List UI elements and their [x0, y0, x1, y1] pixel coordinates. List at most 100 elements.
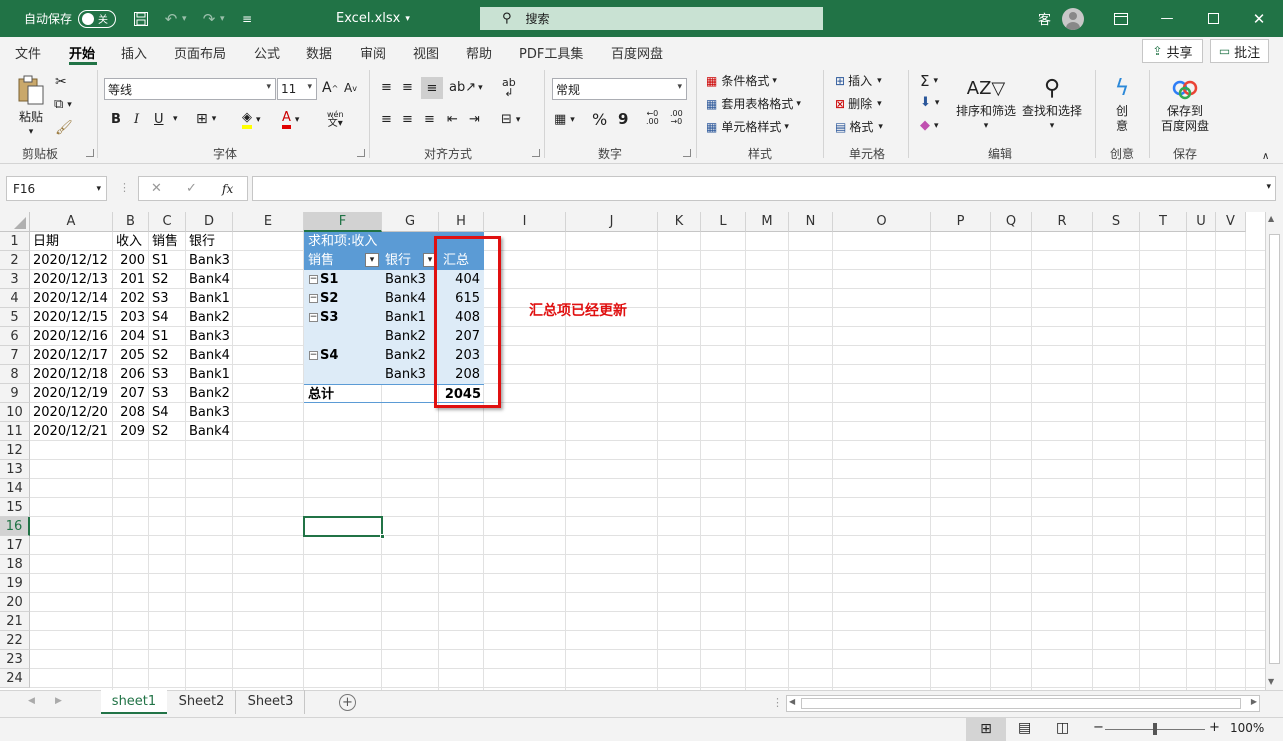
row-header-11[interactable]: 11: [0, 422, 30, 441]
scroll-down-icon[interactable]: ▼: [1268, 677, 1274, 686]
sheet-tab-sheet2[interactable]: Sheet2: [168, 690, 236, 714]
data-cell[interactable]: 201: [113, 270, 148, 289]
ideas-button[interactable]: ϟ 创 意: [1102, 74, 1142, 134]
data-cell[interactable]: S1: [149, 251, 185, 270]
insert-cells-button[interactable]: ⊞ 插入 ▾: [835, 72, 882, 89]
data-cell[interactable]: Bank2: [186, 384, 232, 403]
align-left-icon[interactable]: ≡: [381, 112, 392, 127]
font-name-select[interactable]: 等线 ▾: [104, 78, 276, 100]
row-header-8[interactable]: 8: [0, 365, 30, 384]
undo-dropdown-icon[interactable]: ▾: [182, 0, 187, 37]
data-cell[interactable]: 2020/12/14: [30, 289, 112, 308]
clipboard-launcher-icon[interactable]: [86, 149, 94, 157]
row-header-6[interactable]: 6: [0, 327, 30, 346]
data-cell[interactable]: 202: [113, 289, 148, 308]
insert-function-icon[interactable]: fx: [222, 182, 233, 196]
pivot-header-bank[interactable]: 银行: [382, 251, 424, 270]
percent-button[interactable]: %: [592, 110, 607, 129]
row-header-14[interactable]: 14: [0, 479, 30, 498]
column-header-D[interactable]: D: [186, 212, 233, 232]
autosave-group[interactable]: 自动保存 关: [24, 0, 117, 37]
wrap-text-icon[interactable]: ab ↲: [502, 77, 516, 98]
undo-icon[interactable]: ↶: [160, 0, 182, 37]
data-cell[interactable]: Bank2: [186, 308, 232, 327]
phonetic-icon[interactable]: wén 文▾: [327, 110, 344, 129]
accounting-format-icon[interactable]: ▦ ▾: [554, 112, 575, 127]
tab-formulas[interactable]: 公式: [254, 43, 280, 62]
ribbon-display-icon[interactable]: [1098, 0, 1144, 37]
save-icon[interactable]: [130, 0, 152, 37]
data-cell[interactable]: Bank4: [186, 346, 232, 365]
row-header-21[interactable]: 21: [0, 612, 30, 631]
collapse-ribbon-icon[interactable]: ∧: [1262, 151, 1269, 162]
column-header-O[interactable]: O: [833, 212, 931, 232]
number-launcher-icon[interactable]: [683, 149, 691, 157]
fill-icon[interactable]: ⬇ ▾: [920, 95, 939, 110]
data-cell[interactable]: 2020/12/18: [30, 365, 112, 384]
prev-sheet-icon[interactable]: ◀: [28, 696, 35, 706]
pivot-bank-cell[interactable]: Bank3: [382, 365, 438, 384]
fill-color-icon[interactable]: ◈ ▾: [242, 110, 261, 129]
align-top-icon[interactable]: ≡: [381, 80, 392, 95]
conditional-format-button[interactable]: ▦ 条件格式 ▾: [706, 72, 777, 89]
tab-home[interactable]: 开始: [69, 43, 95, 62]
column-header-F[interactable]: F: [304, 212, 382, 232]
user-name[interactable]: 客: [1038, 0, 1051, 37]
column-header-H[interactable]: H: [439, 212, 484, 232]
header-cell[interactable]: 日期: [30, 232, 112, 251]
fill-handle[interactable]: [380, 534, 385, 539]
data-cell[interactable]: S2: [149, 422, 185, 441]
column-header-Q[interactable]: Q: [991, 212, 1032, 232]
format-cells-button[interactable]: ▤ 格式 ▾: [835, 118, 883, 135]
active-cell[interactable]: [303, 516, 383, 537]
data-cell[interactable]: 2020/12/17: [30, 346, 112, 365]
row-header-23[interactable]: 23: [0, 650, 30, 669]
italic-button[interactable]: I: [134, 112, 139, 127]
tab-view[interactable]: 视图: [413, 43, 439, 62]
data-cell[interactable]: 2020/12/21: [30, 422, 112, 441]
data-cell[interactable]: S1: [149, 327, 185, 346]
data-cell[interactable]: 2020/12/20: [30, 403, 112, 422]
format-painter-icon[interactable]: 🖌: [55, 120, 73, 136]
pivot-row-label[interactable]: S2: [304, 289, 364, 308]
data-cell[interactable]: Bank3: [186, 403, 232, 422]
data-cell[interactable]: S4: [149, 308, 185, 327]
sheet-tab-sheet1[interactable]: sheet1: [101, 690, 167, 714]
find-select-button[interactable]: ⚲ 查找和选择 ▾: [1020, 74, 1084, 134]
underline-button[interactable]: U: [154, 112, 164, 127]
decrease-indent-icon[interactable]: ⇤: [447, 112, 458, 127]
decrease-font-icon[interactable]: Av: [344, 81, 357, 95]
scroll-right-icon[interactable]: ▶: [1251, 697, 1257, 706]
increase-decimal-icon[interactable]: ←0.00: [646, 110, 659, 126]
pivot-row-label[interactable]: S4: [304, 346, 364, 365]
data-cell[interactable]: 2020/12/16: [30, 327, 112, 346]
column-header-C[interactable]: C: [149, 212, 186, 232]
row-header-24[interactable]: 24: [0, 669, 30, 688]
column-header-T[interactable]: T: [1140, 212, 1187, 232]
font-color-icon[interactable]: A ▾: [282, 110, 299, 129]
font-launcher-icon[interactable]: [357, 149, 365, 157]
cell-styles-button[interactable]: ▦ 单元格样式 ▾: [706, 118, 789, 135]
share-button[interactable]: ⇪ 共享: [1142, 39, 1203, 63]
autosave-toggle[interactable]: 关: [78, 9, 117, 28]
column-header-V[interactable]: V: [1216, 212, 1246, 232]
column-header-L[interactable]: L: [701, 212, 746, 232]
border-icon[interactable]: ⊞ ▾: [196, 111, 216, 127]
data-cell[interactable]: S3: [149, 365, 185, 384]
column-header-A[interactable]: A: [30, 212, 113, 232]
tab-help[interactable]: 帮助: [466, 43, 492, 62]
row-header-18[interactable]: 18: [0, 555, 30, 574]
column-header-K[interactable]: K: [658, 212, 701, 232]
select-all-button[interactable]: [0, 212, 30, 232]
pivot-header-sales[interactable]: 销售: [305, 251, 365, 270]
comma-style-button[interactable]: 9: [618, 110, 628, 128]
close-icon[interactable]: ✕: [1236, 0, 1282, 37]
search-box[interactable]: ⚲ 搜索: [480, 7, 823, 30]
row-header-16[interactable]: 16: [0, 517, 30, 536]
align-bottom-icon[interactable]: ≡: [421, 77, 443, 99]
save-baidu-button[interactable]: 保存到 百度网盘: [1155, 74, 1215, 134]
data-cell[interactable]: Bank3: [186, 327, 232, 346]
row-header-22[interactable]: 22: [0, 631, 30, 650]
merge-center-icon[interactable]: ⊟ ▾: [501, 112, 520, 127]
data-cell[interactable]: 207: [113, 384, 148, 403]
